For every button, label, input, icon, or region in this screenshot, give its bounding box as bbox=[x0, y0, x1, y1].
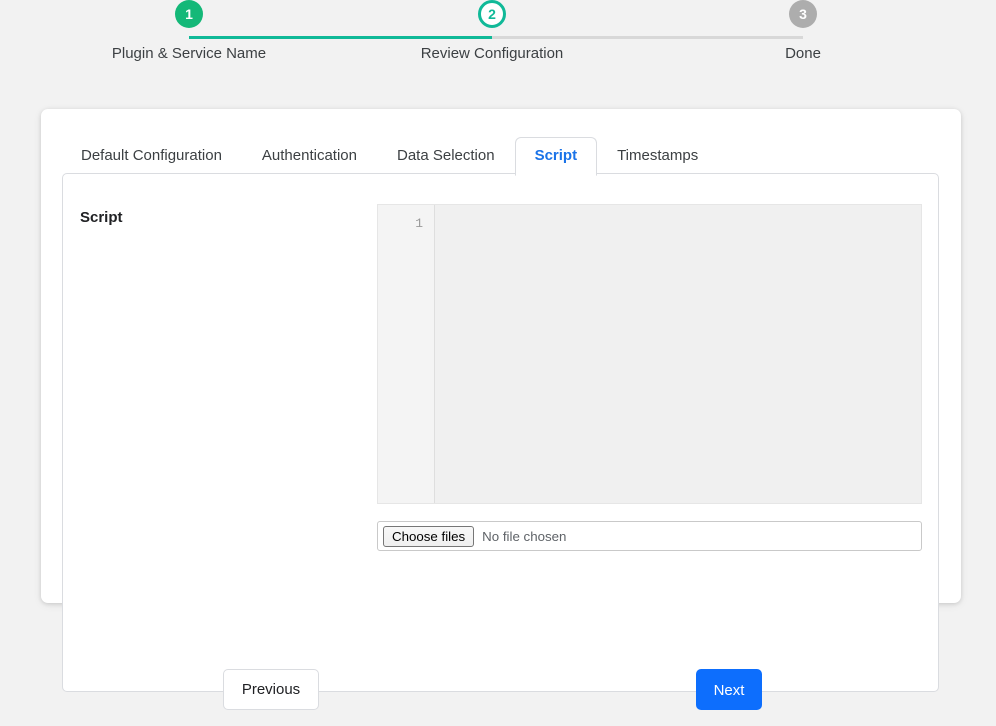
tab-data-selection[interactable]: Data Selection bbox=[377, 137, 515, 176]
step-1-bubble: 1 bbox=[175, 0, 203, 28]
step-3-label: Done bbox=[703, 45, 903, 62]
script-file-upload[interactable]: Choose files No file chosen bbox=[377, 521, 922, 551]
script-tab-panel: Script 1 Choose files No file chosen bbox=[62, 173, 939, 692]
editor-text-area[interactable] bbox=[436, 205, 921, 503]
previous-button[interactable]: Previous bbox=[223, 669, 319, 710]
tab-script[interactable]: Script bbox=[515, 137, 598, 176]
step-2-bubble: 2 bbox=[478, 0, 506, 28]
step-2-label: Review Configuration bbox=[392, 45, 592, 62]
config-tab-bar: Default Configuration Authentication Dat… bbox=[41, 109, 961, 175]
stepper-step-1[interactable]: 1 Plugin & Service Name bbox=[89, 0, 289, 62]
script-code-editor[interactable]: 1 bbox=[377, 204, 922, 504]
wizard-footer: Previous Next bbox=[0, 669, 996, 711]
editor-line-number-gutter: 1 bbox=[378, 205, 435, 503]
script-field-controls: 1 Choose files No file chosen bbox=[377, 204, 922, 551]
tab-authentication[interactable]: Authentication bbox=[242, 137, 377, 176]
file-chosen-status: No file chosen bbox=[482, 529, 566, 544]
editor-line-number: 1 bbox=[378, 205, 434, 232]
tab-default-configuration[interactable]: Default Configuration bbox=[61, 137, 242, 176]
configuration-card: Default Configuration Authentication Dat… bbox=[41, 109, 961, 603]
stepper-step-2[interactable]: 2 Review Configuration bbox=[392, 0, 592, 62]
next-button[interactable]: Next bbox=[696, 669, 762, 710]
script-field-label: Script bbox=[80, 204, 377, 551]
stepper-step-3[interactable]: 3 Done bbox=[703, 0, 903, 62]
step-3-bubble: 3 bbox=[789, 0, 817, 28]
script-form-row: Script 1 Choose files No file chosen bbox=[63, 174, 938, 551]
wizard-stepper: 1 Plugin & Service Name 2 Review Configu… bbox=[0, 0, 996, 92]
step-1-label: Plugin & Service Name bbox=[89, 45, 289, 62]
tab-timestamps[interactable]: Timestamps bbox=[597, 137, 718, 176]
choose-files-button[interactable]: Choose files bbox=[383, 526, 474, 547]
